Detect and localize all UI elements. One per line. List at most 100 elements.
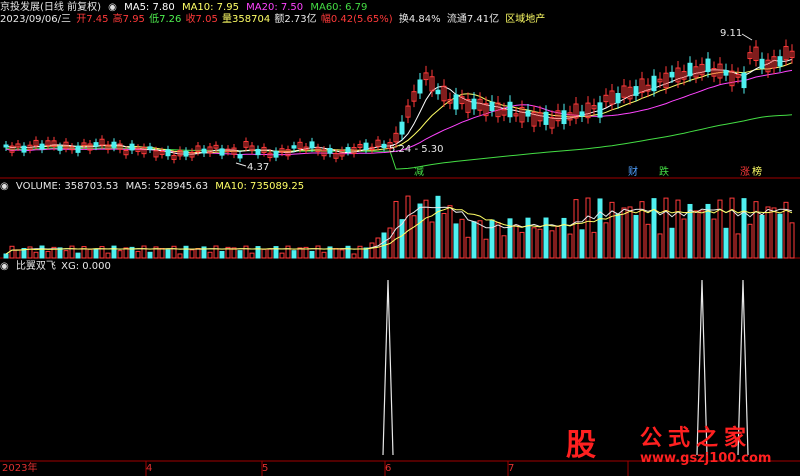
- volume-bar: [195, 247, 201, 259]
- volume-bar: [735, 233, 741, 259]
- volume-bar: [525, 217, 531, 259]
- candle-body: [759, 58, 765, 69]
- candle-body: [219, 148, 225, 156]
- quote-date: 2023/09/06/三: [0, 14, 72, 25]
- event-tag-list[interactable]: 榜: [752, 167, 762, 179]
- volume-bar: [699, 210, 705, 259]
- quote-high: 高7.95: [112, 14, 145, 25]
- indicator-panel-header: ◉ 比翼双飞 XG: 0.000: [0, 261, 115, 273]
- volume-bar: [465, 236, 471, 259]
- volume-bar: [357, 245, 363, 259]
- volume-bar: [267, 248, 273, 259]
- event-tag-reduce[interactable]: 减: [414, 167, 424, 179]
- quote-info-row: 2023/09/06/三 开7.45 高7.95 低7.26 收7.05 量35…: [0, 14, 549, 26]
- candle-body: [543, 111, 549, 125]
- volume-bar: [207, 251, 213, 259]
- candle-body: [525, 110, 531, 117]
- candle-body: [147, 146, 153, 150]
- volume-settings-icon[interactable]: ◉: [0, 181, 9, 192]
- stock-title[interactable]: 京投发展(日线 前复权): [0, 2, 101, 13]
- indicator-name[interactable]: 比翼双飞: [16, 261, 56, 272]
- volume-bar: [273, 246, 279, 259]
- volume-bar: [351, 253, 357, 259]
- volume-bar: [459, 218, 465, 259]
- candle-body: [381, 143, 387, 149]
- price-panel-header: 京投发展(日线 前复权) ◉ MA5: 7.80 MA10: 7.95 MA20…: [0, 2, 371, 14]
- candle-body: [345, 147, 351, 153]
- volume-bar: [621, 207, 627, 259]
- candle-body: [129, 143, 135, 151]
- candle-body: [561, 110, 567, 125]
- volume-bar: [615, 213, 621, 259]
- volume-bar: [483, 238, 489, 259]
- volume-bar: [651, 198, 657, 259]
- candle-body: [183, 150, 189, 157]
- xg-spike-0: [382, 279, 394, 456]
- quote-sector[interactable]: 区域地产: [505, 14, 545, 25]
- candle-body: [201, 148, 207, 154]
- volume-bar: [435, 195, 441, 259]
- quote-change: 幅0.42(5.65%): [320, 14, 393, 25]
- candle-body: [651, 75, 657, 92]
- volume-bar: [477, 220, 483, 259]
- quote-volume: 量358704: [222, 14, 271, 25]
- volume-bar: [159, 248, 165, 259]
- indicator-settings-icon[interactable]: ◉: [0, 261, 9, 272]
- volume-bar: [423, 199, 429, 259]
- volume-bar: [501, 235, 507, 259]
- volume-bar: [741, 198, 747, 259]
- volume-bar: [753, 201, 759, 259]
- volume-bar: [339, 249, 345, 259]
- stock-chart[interactable]: [0, 0, 800, 476]
- ma60-label: MA60: 6.79: [310, 2, 368, 13]
- event-tag-rise[interactable]: 涨: [740, 167, 750, 179]
- low-price-annotation: 4.37: [247, 162, 270, 173]
- volume-bar: [495, 222, 501, 259]
- volume-bar: [279, 252, 285, 259]
- volume-bar: [597, 198, 603, 259]
- volume-bar: [603, 222, 609, 259]
- volume-bar: [15, 249, 21, 259]
- volume-bar: [693, 210, 699, 259]
- event-tag-finance[interactable]: 财: [628, 167, 638, 179]
- time-axis-label-year: 2023年: [2, 463, 38, 474]
- volume-bar: [777, 213, 783, 259]
- volume-bar: [63, 250, 69, 259]
- volume-bar: [411, 215, 417, 259]
- time-axis-label-july: 7: [508, 463, 515, 474]
- settings-icon[interactable]: ◉: [108, 2, 117, 13]
- candle-body: [633, 86, 639, 96]
- event-tag-fall[interactable]: 跌: [659, 167, 669, 179]
- candle-body: [93, 142, 99, 147]
- volume-bar: [705, 203, 711, 259]
- volume-bar: [147, 251, 153, 259]
- volume-bar: [261, 248, 267, 259]
- volume-bar: [9, 245, 15, 259]
- volume-bar: [291, 250, 297, 259]
- volume-bar: [33, 251, 39, 259]
- candle-body: [21, 145, 27, 153]
- volume-bar: [219, 250, 225, 259]
- watermark-logo-glyph: 股: [566, 428, 596, 463]
- candle-body: [777, 56, 783, 67]
- volume-bar: [453, 223, 459, 259]
- volume-bar: [105, 252, 111, 259]
- volume-label: VOLUME: 358703.53: [15, 181, 119, 192]
- quote-turnover: 换4.84%: [398, 14, 441, 25]
- ma5-label: MA5: 7.80: [124, 2, 175, 13]
- volume-bar: [45, 250, 51, 259]
- volume-bar: [345, 245, 351, 259]
- candle-body: [75, 145, 81, 153]
- volume-bar: [729, 197, 735, 259]
- volume-ma10-label: MA10: 735089.25: [215, 181, 305, 192]
- high-annotation-arrow: [741, 33, 753, 41]
- ma20-label: MA20: 7.50: [246, 2, 304, 13]
- volume-bar: [567, 233, 573, 259]
- volume-bar: [69, 245, 75, 259]
- volume-bar: [633, 214, 639, 259]
- volume-bar: [789, 222, 795, 259]
- candle-body: [471, 98, 477, 110]
- volume-bar: [471, 221, 477, 259]
- candle-body: [453, 94, 459, 110]
- candle-body: [597, 102, 603, 118]
